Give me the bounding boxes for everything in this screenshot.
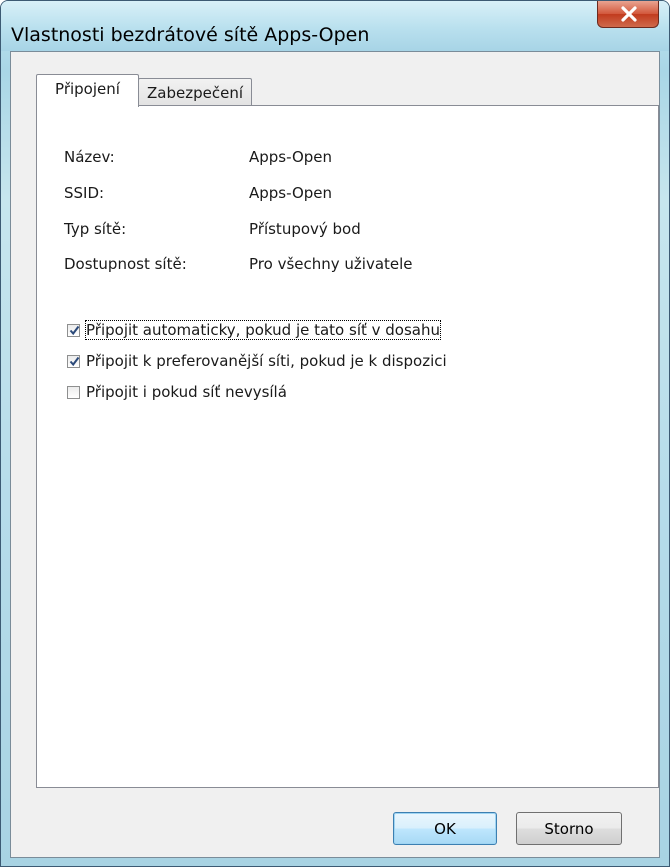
hidden-network-label[interactable]: Připojit i pokud síť nevysílá bbox=[86, 383, 287, 401]
window-title: Vlastnosti bezdrátové sítě Apps-Open bbox=[11, 24, 370, 46]
dialog-window: Vlastnosti bezdrátové sítě Apps-Open Při… bbox=[0, 0, 670, 867]
tab-label: Připojení bbox=[55, 80, 120, 98]
cancel-button[interactable]: Storno bbox=[516, 812, 622, 845]
availability-label: Dostupnost sítě: bbox=[64, 255, 187, 273]
availability-value: Pro všechny uživatele bbox=[249, 255, 413, 273]
checkmark-icon bbox=[69, 325, 80, 336]
prefer-network-label[interactable]: Připojit k preferovanější síti, pokud je… bbox=[86, 352, 447, 370]
name-label: Název: bbox=[64, 148, 115, 166]
name-value: Apps-Open bbox=[249, 148, 333, 166]
tab-page-pripojeni: Název: Apps-Open SSID: Apps-Open Typ sít… bbox=[36, 105, 659, 788]
network-type-label: Typ sítě: bbox=[64, 220, 127, 238]
tab-pripojeni[interactable]: Připojení bbox=[36, 74, 139, 107]
close-icon bbox=[621, 6, 637, 22]
tab-label: Zabezpečení bbox=[147, 84, 243, 102]
network-type-value: Přístupový bod bbox=[249, 220, 361, 238]
auto-connect-label[interactable]: Připojit automaticky, pokud je tato síť … bbox=[84, 320, 442, 340]
ssid-label: SSID: bbox=[64, 184, 105, 202]
hidden-network-checkbox[interactable] bbox=[67, 386, 80, 399]
prefer-network-checkbox[interactable] bbox=[67, 355, 80, 368]
tab-zabezpeceni[interactable]: Zabezpečení bbox=[138, 78, 252, 106]
ok-button[interactable]: OK bbox=[393, 812, 497, 845]
auto-connect-checkbox[interactable] bbox=[67, 324, 80, 337]
title-bar[interactable]: Vlastnosti bezdrátové sítě Apps-Open bbox=[1, 1, 669, 51]
dialog-body: Připojení Zabezpečení Název: Apps-Open S… bbox=[10, 51, 660, 858]
checkmark-icon bbox=[69, 356, 80, 367]
close-button[interactable] bbox=[597, 1, 659, 28]
ssid-value: Apps-Open bbox=[249, 184, 333, 202]
